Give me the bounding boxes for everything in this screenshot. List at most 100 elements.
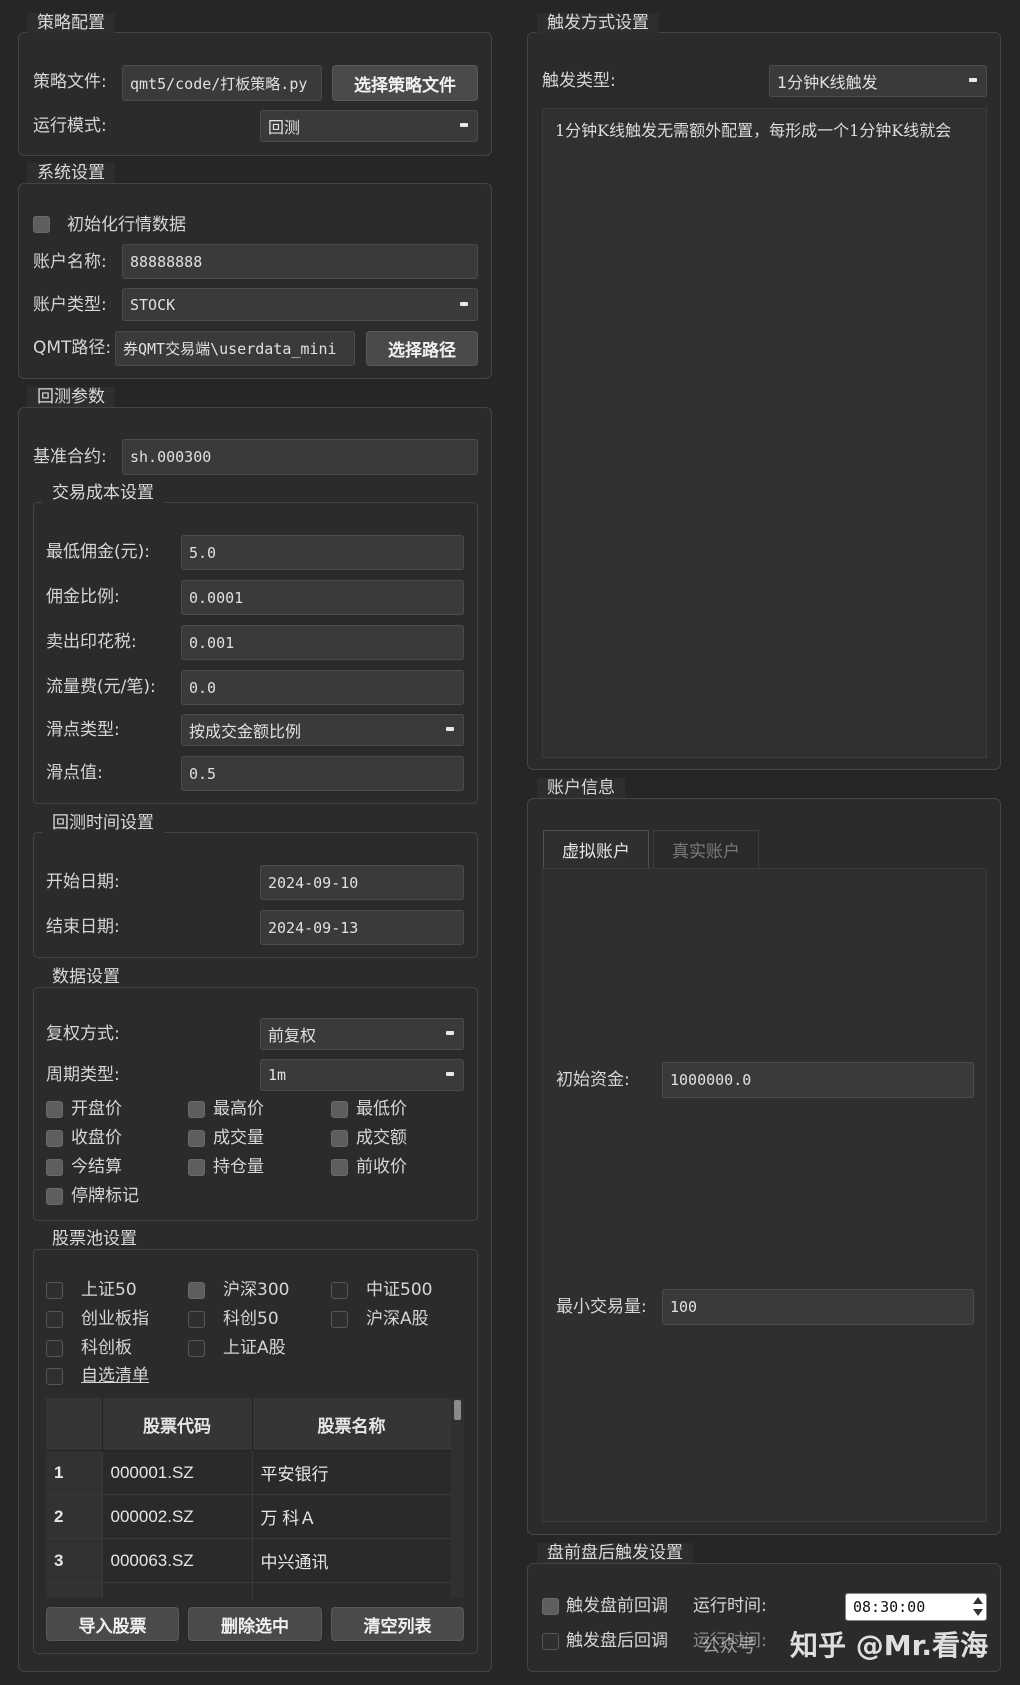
qmt-path-label: QMT路径: bbox=[33, 338, 112, 358]
adjust-label: 复权方式: bbox=[46, 1024, 120, 1044]
pool-checkbox-kcb[interactable] bbox=[46, 1340, 63, 1357]
field-checkbox-settle[interactable] bbox=[46, 1159, 63, 1176]
column-header-name[interactable]: 股票名称 bbox=[252, 1398, 452, 1451]
benchmark-input[interactable]: sh.000300 bbox=[122, 439, 478, 475]
pool-checkbox-hsa[interactable] bbox=[331, 1311, 348, 1328]
start-date-label: 开始日期: bbox=[46, 872, 120, 892]
account-name-input[interactable]: 88888888 bbox=[122, 244, 478, 279]
stock-name-cell[interactable]: 平安银行 bbox=[252, 1450, 452, 1495]
account-tab-panel bbox=[542, 868, 987, 1522]
field-checkbox-preclose[interactable] bbox=[331, 1159, 348, 1176]
init-market-label: 初始化行情数据 bbox=[67, 215, 186, 235]
init-market-checkbox[interactable] bbox=[33, 216, 50, 233]
pool-checkbox-kc50[interactable] bbox=[188, 1311, 205, 1328]
account-group-title: 账户信息 bbox=[537, 778, 625, 798]
slippage-value-input[interactable]: 0.5 bbox=[181, 756, 464, 791]
strategy-group-title: 策略配置 bbox=[27, 13, 115, 33]
pool-checkbox-cyb[interactable] bbox=[46, 1311, 63, 1328]
corner-header bbox=[46, 1398, 103, 1451]
pool-checkbox-sz50[interactable] bbox=[46, 1282, 63, 1299]
field-checkbox-open[interactable] bbox=[46, 1101, 63, 1118]
account-name-label: 账户名称: bbox=[33, 252, 107, 272]
clear-list-button[interactable]: 清空列表 bbox=[331, 1607, 464, 1641]
field-checkbox-volume[interactable] bbox=[188, 1130, 205, 1147]
pool-checkbox-hs300[interactable] bbox=[188, 1282, 205, 1299]
pool-label-zz500: 中证500 bbox=[366, 1280, 433, 1300]
tab-real-account[interactable]: 真实账户 bbox=[653, 830, 759, 868]
run-mode-select[interactable]: 回测 bbox=[260, 110, 478, 142]
strategy-file-input[interactable]: qmt5/code/打板策略.py bbox=[122, 65, 322, 101]
pool-label-custom[interactable]: 自选清单 bbox=[81, 1365, 149, 1387]
min-commission-label: 最低佣金(元): bbox=[46, 542, 150, 562]
slippage-type-select[interactable]: 按成交金额比例 bbox=[181, 714, 464, 746]
stock-code-cell[interactable]: 000001.SZ bbox=[102, 1450, 253, 1495]
field-checkbox-amount[interactable] bbox=[331, 1130, 348, 1147]
table-row[interactable] bbox=[46, 1582, 452, 1598]
stock-table: 股票代码 股票名称 1 000001.SZ 平安银行 2 000002.SZ 万… bbox=[46, 1398, 452, 1598]
pool-checkbox-sza[interactable] bbox=[188, 1340, 205, 1357]
pool-label-kc50: 科创50 bbox=[223, 1309, 279, 1329]
benchmark-label: 基准合约: bbox=[33, 447, 107, 467]
stock-name-cell[interactable] bbox=[252, 1582, 452, 1598]
account-type-label: 账户类型: bbox=[33, 295, 107, 315]
pool-label-sza: 上证A股 bbox=[223, 1338, 286, 1358]
commission-rate-input[interactable]: 0.0001 bbox=[181, 580, 464, 615]
watermark-small: 公众号 bbox=[702, 1636, 756, 1657]
trigger-type-select[interactable]: 1分钟K线触发 bbox=[769, 65, 987, 97]
table-scrollbar[interactable] bbox=[451, 1398, 464, 1598]
field-label-low: 最低价 bbox=[356, 1099, 407, 1119]
import-stocks-button[interactable]: 导入股票 bbox=[46, 1607, 179, 1641]
pre-callback-checkbox[interactable] bbox=[542, 1598, 559, 1615]
qmt-path-input[interactable]: 券QMT交易端\userdata_mini bbox=[115, 331, 355, 366]
delete-selected-button[interactable]: 删除选中 bbox=[188, 1607, 322, 1641]
stock-name-cell[interactable]: 中兴通讯 bbox=[252, 1538, 452, 1583]
pool-label-sz50: 上证50 bbox=[81, 1280, 137, 1300]
field-label-preclose: 前收价 bbox=[356, 1157, 407, 1177]
backtest-group-title: 回测参数 bbox=[27, 387, 115, 407]
stock-code-cell[interactable]: 000063.SZ bbox=[102, 1538, 253, 1583]
flow-fee-input[interactable]: 0.0 bbox=[181, 670, 464, 705]
period-select[interactable]: 1m bbox=[260, 1059, 464, 1091]
stock-code-cell[interactable] bbox=[102, 1582, 253, 1598]
stock-name-cell[interactable]: 万 科Ａ bbox=[252, 1494, 452, 1539]
table-row[interactable]: 1 000001.SZ 平安银行 bbox=[46, 1450, 452, 1495]
table-row[interactable]: 2 000002.SZ 万 科Ａ bbox=[46, 1494, 452, 1539]
column-header-code[interactable]: 股票代码 bbox=[102, 1398, 253, 1451]
period-value: 1m bbox=[268, 1066, 287, 1084]
end-date-input[interactable]: 2024-09-13 bbox=[260, 910, 464, 945]
field-checkbox-openint[interactable] bbox=[188, 1159, 205, 1176]
run-time-input[interactable]: 08:30:00 bbox=[845, 1593, 987, 1621]
tab-virtual-account[interactable]: 虚拟账户 bbox=[543, 830, 649, 868]
min-commission-input[interactable]: 5.0 bbox=[181, 535, 464, 570]
data-subgroup-title: 数据设置 bbox=[42, 967, 130, 987]
post-callback-checkbox[interactable] bbox=[542, 1633, 559, 1650]
field-checkbox-low[interactable] bbox=[331, 1101, 348, 1118]
time-subgroup-title: 回测时间设置 bbox=[42, 813, 164, 833]
field-label-settle: 今结算 bbox=[71, 1157, 122, 1177]
pool-checkbox-zz500[interactable] bbox=[331, 1282, 348, 1299]
initial-cash-input[interactable]: 1000000.0 bbox=[662, 1062, 974, 1098]
slippage-type-value: 按成交金额比例 bbox=[189, 722, 302, 741]
table-scrollbar-thumb[interactable] bbox=[454, 1400, 461, 1420]
field-checkbox-close[interactable] bbox=[46, 1130, 63, 1147]
time-spin-down-icon[interactable] bbox=[973, 1609, 983, 1616]
account-type-select[interactable]: STOCK bbox=[122, 288, 478, 321]
stamp-tax-input[interactable]: 0.001 bbox=[181, 625, 464, 660]
field-checkbox-suspend[interactable] bbox=[46, 1188, 63, 1205]
stock-code-cell[interactable]: 000002.SZ bbox=[102, 1494, 253, 1539]
choose-path-button[interactable]: 选择路径 bbox=[366, 331, 478, 366]
trigger-description-text: 1分钟K线触发无需额外配置，每形成一个1分钟K线就会 bbox=[555, 121, 952, 140]
field-checkbox-high[interactable] bbox=[188, 1101, 205, 1118]
table-row[interactable]: 3 000063.SZ 中兴通讯 bbox=[46, 1538, 452, 1583]
row-index: 2 bbox=[46, 1494, 103, 1539]
choose-strategy-file-button[interactable]: 选择策略文件 bbox=[332, 65, 478, 101]
time-spin-up-icon[interactable] bbox=[973, 1597, 983, 1604]
period-label: 周期类型: bbox=[46, 1065, 120, 1085]
min-volume-input[interactable]: 100 bbox=[662, 1289, 974, 1325]
slippage-value-label: 滑点值: bbox=[46, 763, 103, 783]
field-label-suspend: 停牌标记 bbox=[71, 1186, 139, 1206]
pool-checkbox-custom[interactable] bbox=[46, 1368, 63, 1385]
adjust-select[interactable]: 前复权 bbox=[260, 1018, 464, 1050]
start-date-input[interactable]: 2024-09-10 bbox=[260, 865, 464, 900]
field-label-openint: 持仓量 bbox=[213, 1157, 264, 1177]
